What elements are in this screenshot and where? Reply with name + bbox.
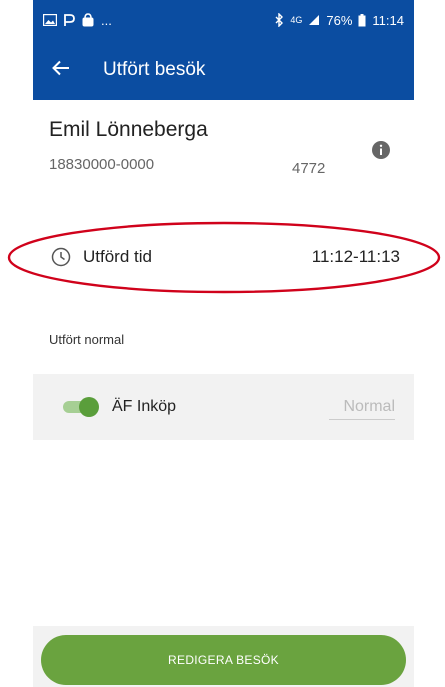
status-bar: ... 4G 76% 11:14: [33, 0, 414, 40]
status-time: 11:14: [372, 12, 404, 28]
network-type: 4G: [290, 15, 303, 25]
app-bar: Utfört besök: [33, 42, 414, 98]
patient-number: 4772: [292, 160, 326, 177]
header: ... 4G 76% 11:14 Utfört besök: [33, 0, 414, 100]
battery-icon: [358, 13, 366, 27]
patient-name: Emil Lönneberga: [49, 118, 208, 141]
bluetooth-icon: [275, 13, 284, 27]
screen: ... 4G 76% 11:14 Utfört besök Emil Lönne…: [0, 0, 445, 687]
status-left: ...: [43, 13, 112, 28]
p-app-icon: [63, 13, 75, 27]
status-overflow: ...: [101, 12, 112, 28]
patient-personal-id: 18830000-0000: [49, 156, 155, 173]
page-title: Utfört besök: [103, 59, 206, 80]
edit-visit-button[interactable]: REDIGERA BESÖK: [41, 635, 406, 685]
activity-toggle[interactable]: [63, 397, 99, 417]
arrow-left-icon: [52, 60, 70, 81]
signal-icon: [308, 14, 320, 26]
battery-percent: 76%: [326, 12, 353, 28]
section-label: Utfört normal: [49, 332, 125, 347]
back-button[interactable]: [33, 42, 89, 98]
bag-icon: [81, 13, 95, 27]
status-right: 4G 76% 11:14: [275, 13, 404, 28]
toggle-thumb: [79, 397, 99, 417]
info-icon[interactable]: [371, 140, 391, 160]
activity-normal-input[interactable]: [329, 394, 395, 420]
activity-name: ÄF Inköp: [112, 398, 177, 415]
performed-time-value: 11:12-11:13: [311, 247, 400, 266]
clock-icon: [50, 246, 72, 268]
gallery-icon: [43, 14, 57, 26]
performed-time-label: Utförd tid: [83, 247, 152, 266]
activity-row: ÄF Inköp: [33, 374, 414, 440]
patient-card: Emil Lönneberga 18830000-0000 4772: [49, 118, 399, 188]
bottom-bar: REDIGERA BESÖK: [33, 626, 414, 687]
performed-time-row: Utförd tid 11:12-11:13: [50, 243, 400, 273]
